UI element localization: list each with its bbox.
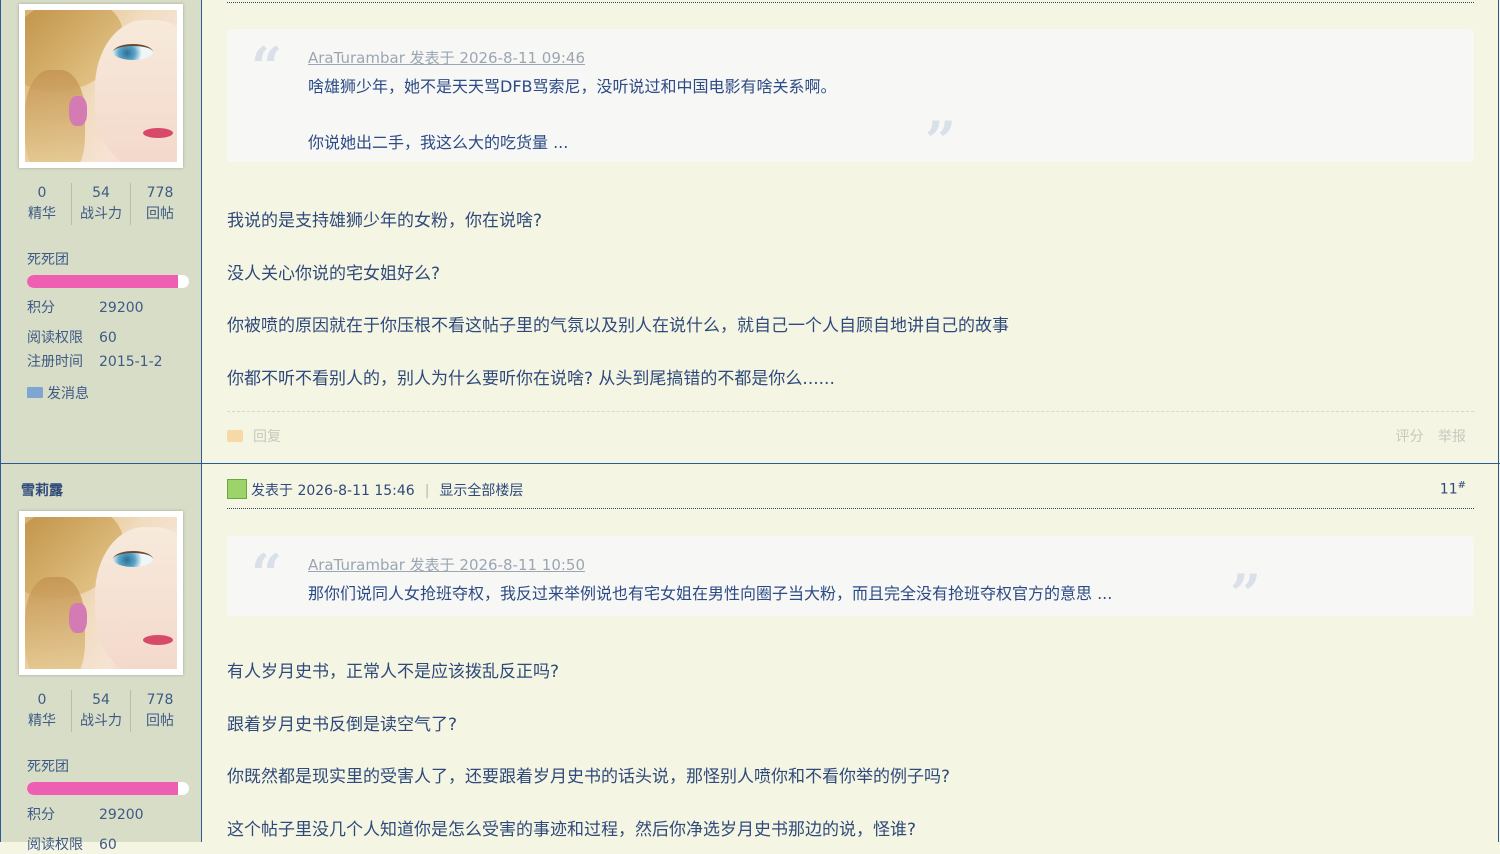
quote-block: “ AraTurambar 发表于 2026-8-11 10:50 那你们说同人…: [227, 536, 1474, 626]
reply-button[interactable]: 回复: [227, 426, 281, 446]
credits-row: 积分 29200: [27, 300, 144, 316]
post-paragraph: 你都不听不看别人的，别人为什么要听你在说啥? 从头到尾搞错的不都是你么.....…: [227, 369, 835, 389]
stat-power[interactable]: 54 战斗力: [71, 183, 130, 225]
divider: [227, 2, 1474, 3]
footer-divider: [227, 411, 1474, 412]
quote-author-link[interactable]: AraTurambar 发表于 2026-8-11 09:46: [308, 47, 585, 68]
close-quote-icon: ”: [1230, 562, 1262, 626]
envelope-icon: [27, 386, 43, 398]
quote-author-link[interactable]: AraTurambar 发表于 2026-8-11 10:50: [308, 554, 585, 575]
author-sidebar: 0 精华 54 战斗力 778 回帖 死死团 积分 29200 阅读权限 60 注册时间 2…: [0, 0, 202, 463]
open-quote-icon: “: [251, 542, 283, 606]
avatar[interactable]: [19, 4, 183, 168]
online-status-icon: [227, 479, 247, 499]
user-stats: 0 精华 54 战斗力 778 回帖: [13, 690, 189, 732]
post-2: 雪莉露 0 精华 54 战斗力 778 回帖 死死团 积分 29200 阅读权限 60 发…: [0, 464, 1500, 853]
register-date-row: 注册时间 2015-1-2: [27, 354, 163, 370]
post-paragraph: 你被喷的原因就在于你压根不看这帖子里的气氛以及别人在说什么，就自己一个人自顾自地…: [227, 316, 1009, 336]
user-group[interactable]: 死死团: [27, 756, 69, 776]
post-info: 发表于 2026-8-11 15:46 | 显示全部楼层: [227, 479, 523, 501]
post-content: 发表于 2026-8-11 15:46 | 显示全部楼层 11# “ AraTura…: [227, 464, 1474, 842]
stat-power[interactable]: 54 战斗力: [71, 690, 130, 732]
quote-line: 啥雄狮少年，她不是天天骂DFB骂索尼，没听说过和中国电影有啥关系啊。: [308, 77, 837, 96]
quote-block: “ AraTurambar 发表于 2026-8-11 09:46 啥雄狮少年，…: [227, 29, 1474, 173]
post-paragraph: 这个帖子里没几个人知道你是怎么受害的事迹和过程，然后你净选岁月史书那边的说，怪谁…: [227, 820, 917, 840]
post-paragraph: 没人关心你说的宅女姐好么?: [227, 264, 441, 284]
post-paragraph: 有人岁月史书，正常人不是应该拨乱反正吗?: [227, 662, 560, 682]
user-group[interactable]: 死死团: [27, 249, 69, 269]
stat-replies[interactable]: 778 回帖: [130, 183, 189, 225]
user-stats: 0 精华 54 战斗力 778 回帖: [13, 183, 189, 225]
post-time: 发表于 2026-8-11 15:46: [251, 483, 415, 499]
quote-line: 那你们说同人女抢班夺权，我反过来举例说也有宅女姐在男性向圈子当大粉，而且完全没有…: [308, 584, 1113, 603]
stat-digest[interactable]: 0 精华: [13, 690, 71, 732]
post-paragraph: 你既然都是现实里的受害人了，还要跟着岁月史书的话头说，那怪别人喷你和不看你举的例…: [227, 767, 951, 787]
report-button[interactable]: 举报: [1438, 429, 1466, 445]
post-content: “ AraTurambar 发表于 2026-8-11 09:46 啥雄狮少年，…: [227, 0, 1474, 463]
read-permission-row: 阅读权限 60: [27, 837, 117, 853]
level-progress-bar: [27, 275, 189, 288]
stat-digest[interactable]: 0 精华: [13, 183, 71, 225]
send-message-link[interactable]: 发消息: [27, 383, 89, 403]
floor-number[interactable]: 11#: [1440, 480, 1466, 498]
post-paragraph: 跟着岁月史书反倒是读空气了?: [227, 715, 458, 735]
stat-replies[interactable]: 778 回帖: [130, 690, 189, 732]
post-paragraph: 我说的是支持雄狮少年的女粉，你在说啥?: [227, 211, 543, 231]
avatar[interactable]: [19, 511, 183, 675]
level-progress-bar: [27, 782, 189, 795]
reply-icon: [227, 430, 243, 442]
rate-button[interactable]: 评分: [1396, 429, 1424, 445]
close-quote-icon: ”: [925, 109, 957, 173]
quote-line: 你说她出二手，我这么大的吃货量 ...: [308, 133, 569, 152]
read-permission-row: 阅读权限 60: [27, 330, 117, 346]
credits-row: 积分 29200: [27, 807, 144, 823]
divider: [227, 508, 1474, 509]
author-sidebar: 雪莉露 0 精华 54 战斗力 778 回帖 死死团 积分 29200 阅读权限 60: [0, 464, 202, 853]
author-name[interactable]: 雪莉露: [21, 480, 63, 500]
show-all-floors-link[interactable]: 显示全部楼层: [439, 483, 523, 499]
open-quote-icon: “: [251, 35, 283, 99]
post-actions: 评分 举报: [1386, 426, 1466, 446]
post-1: 0 精华 54 战斗力 778 回帖 死死团 积分 29200 阅读权限 60 注册时间 2…: [0, 0, 1500, 463]
